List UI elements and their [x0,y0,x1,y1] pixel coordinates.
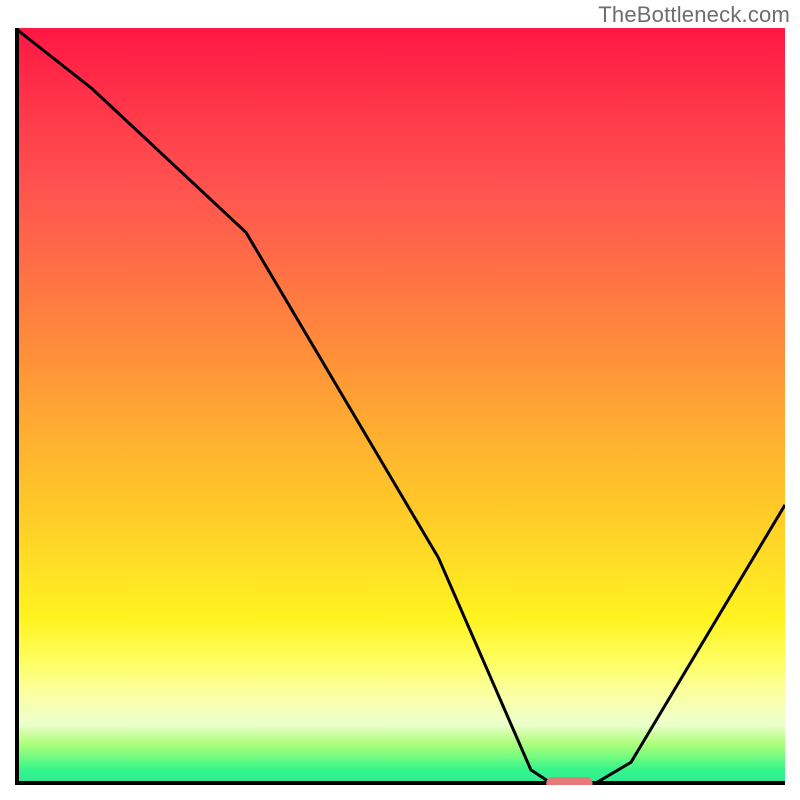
chart-container: TheBottleneck.com [0,0,800,800]
axes-line [17,28,785,783]
bottleneck-curve [15,28,785,785]
watermark-text: TheBottleneck.com [598,2,790,28]
plot-svg [15,28,785,785]
plot-area [15,28,785,785]
optimum-marker [546,777,592,785]
